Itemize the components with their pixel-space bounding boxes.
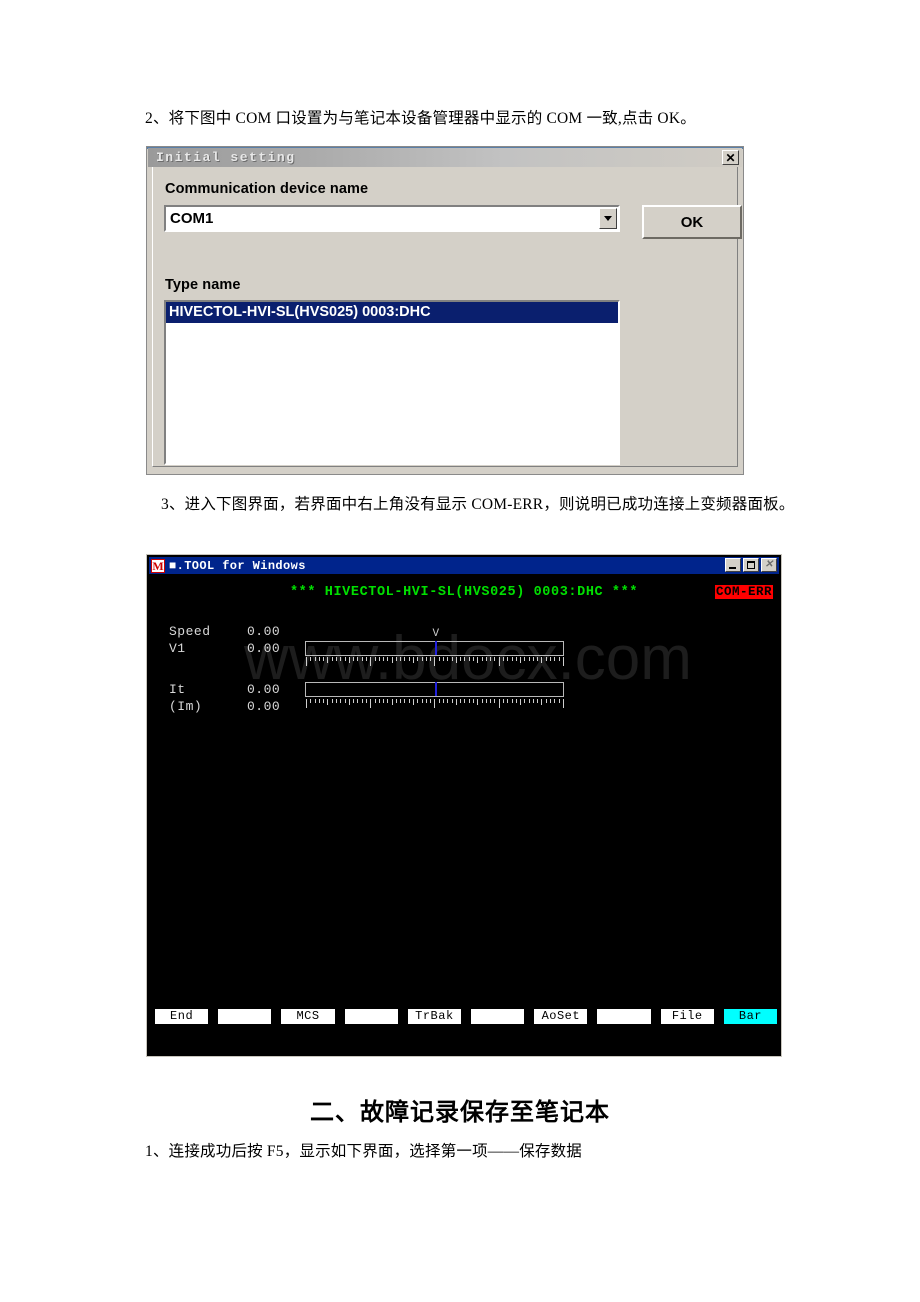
gauge-tickbar <box>305 698 565 715</box>
dialog-titlebar[interactable]: Initial setting ✕ <box>148 148 742 167</box>
type-name-listbox[interactable]: HIVECTOL-HVI-SL(HVS025) 0003:DHC <box>164 300 620 465</box>
dialog-body: Communication device name COM1 OK Type n… <box>153 169 742 466</box>
mtool-console-window: M ■.TOOL for Windows ✕ www.bdocx.com ***… <box>146 554 782 1057</box>
gauge-marker-label: V <box>432 628 440 640</box>
gauge-marker: V <box>432 628 439 655</box>
function-key-blank-3[interactable] <box>344 1009 398 1024</box>
communication-device-name-label: Communication device name <box>165 181 369 197</box>
gauge-ticks <box>306 699 564 710</box>
function-key-bar: End MCS TrBak AoSet File Bar <box>155 1009 778 1024</box>
function-key-trbak[interactable]: TrBak <box>407 1009 462 1024</box>
gauge-speed-v1: Speed 0.00 V1 0.00 V <box>169 623 565 666</box>
document-page: 2、将下图中 COM 口设置为与笔记本设备管理器中显示的 COM 一致,点击 O… <box>0 0 920 1302</box>
gauge-label: (Im) <box>169 699 203 714</box>
console-window-title: ■.TOOL for Windows <box>169 558 306 573</box>
function-key-bar[interactable]: Bar <box>723 1009 778 1024</box>
function-key-mcs[interactable]: MCS <box>281 1009 335 1024</box>
communication-device-select[interactable]: COM1 <box>164 205 620 232</box>
minimize-icon[interactable] <box>725 558 741 572</box>
function-key-blank-5[interactable] <box>471 1009 525 1024</box>
instruction-step-2: 2、将下图中 COM 口设置为与笔记本设备管理器中显示的 COM 一致,点击 O… <box>145 110 696 127</box>
gauge-it-im: It 0.00 (Im) 0.00 <box>169 681 565 715</box>
gauge-row: It 0.00 <box>169 681 565 698</box>
status-badge: COM-ERR <box>714 585 773 599</box>
gauge-value: 0.00 <box>247 641 281 656</box>
type-name-label: Type name <box>165 277 241 293</box>
gauge-label: It <box>169 682 186 697</box>
maximize-icon[interactable] <box>743 558 759 572</box>
window-controls: ✕ <box>725 558 777 572</box>
list-item[interactable]: HIVECTOL-HVI-SL(HVS025) 0003:DHC <box>166 302 618 323</box>
function-key-aoset[interactable]: AoSet <box>534 1009 588 1024</box>
gauge-value: 0.00 <box>247 682 281 697</box>
gauge-row: Speed 0.00 <box>169 623 565 640</box>
device-header-line: *** HIVECTOL-HVI-SL(HVS025) 0003:DHC *** <box>289 585 639 600</box>
gauge-marker <box>435 682 437 696</box>
gauge-row: (Im) 0.00 <box>169 698 565 715</box>
initial-setting-dialog: Initial setting ✕ Communication device n… <box>146 146 744 475</box>
ok-button[interactable]: OK <box>642 205 742 239</box>
close-icon[interactable]: ✕ <box>761 558 777 572</box>
gauge-bar <box>305 681 565 698</box>
gauge-row: V1 0.00 V <box>169 628 565 666</box>
gauge-bar: V <box>305 628 565 666</box>
console-screen: www.bdocx.com *** HIVECTOL-HVI-SL(HVS025… <box>149 575 779 1054</box>
instruction-step-3: 3、进入下图界面，若界面中右上角没有显示 COM-ERR，则说明已成功连接上变频… <box>161 496 795 513</box>
communication-device-value: COM1 <box>170 210 214 227</box>
gauge-label: V1 <box>169 641 186 656</box>
function-key-blank-1[interactable] <box>218 1009 272 1024</box>
function-key-end[interactable]: End <box>155 1009 209 1024</box>
function-key-file[interactable]: File <box>660 1009 714 1024</box>
dialog-title: Initial setting <box>156 150 296 165</box>
app-icon: M <box>151 558 165 573</box>
close-icon[interactable]: ✕ <box>722 150 739 165</box>
gauge-value: 0.00 <box>247 624 281 639</box>
section-heading: 二、故障记录保存至笔记本 <box>310 1099 610 1126</box>
gauge-value: 0.00 <box>247 699 281 714</box>
gauge-ticks <box>306 657 564 668</box>
instruction-section2-step-1: 1、连接成功后按 F5，显示如下界面，选择第一项——保存数据 <box>145 1143 582 1160</box>
function-key-blank-7[interactable] <box>597 1009 651 1024</box>
console-titlebar[interactable]: M ■.TOOL for Windows ✕ <box>149 557 779 574</box>
gauge-label: Speed <box>169 624 211 639</box>
chevron-down-icon[interactable] <box>599 208 617 229</box>
